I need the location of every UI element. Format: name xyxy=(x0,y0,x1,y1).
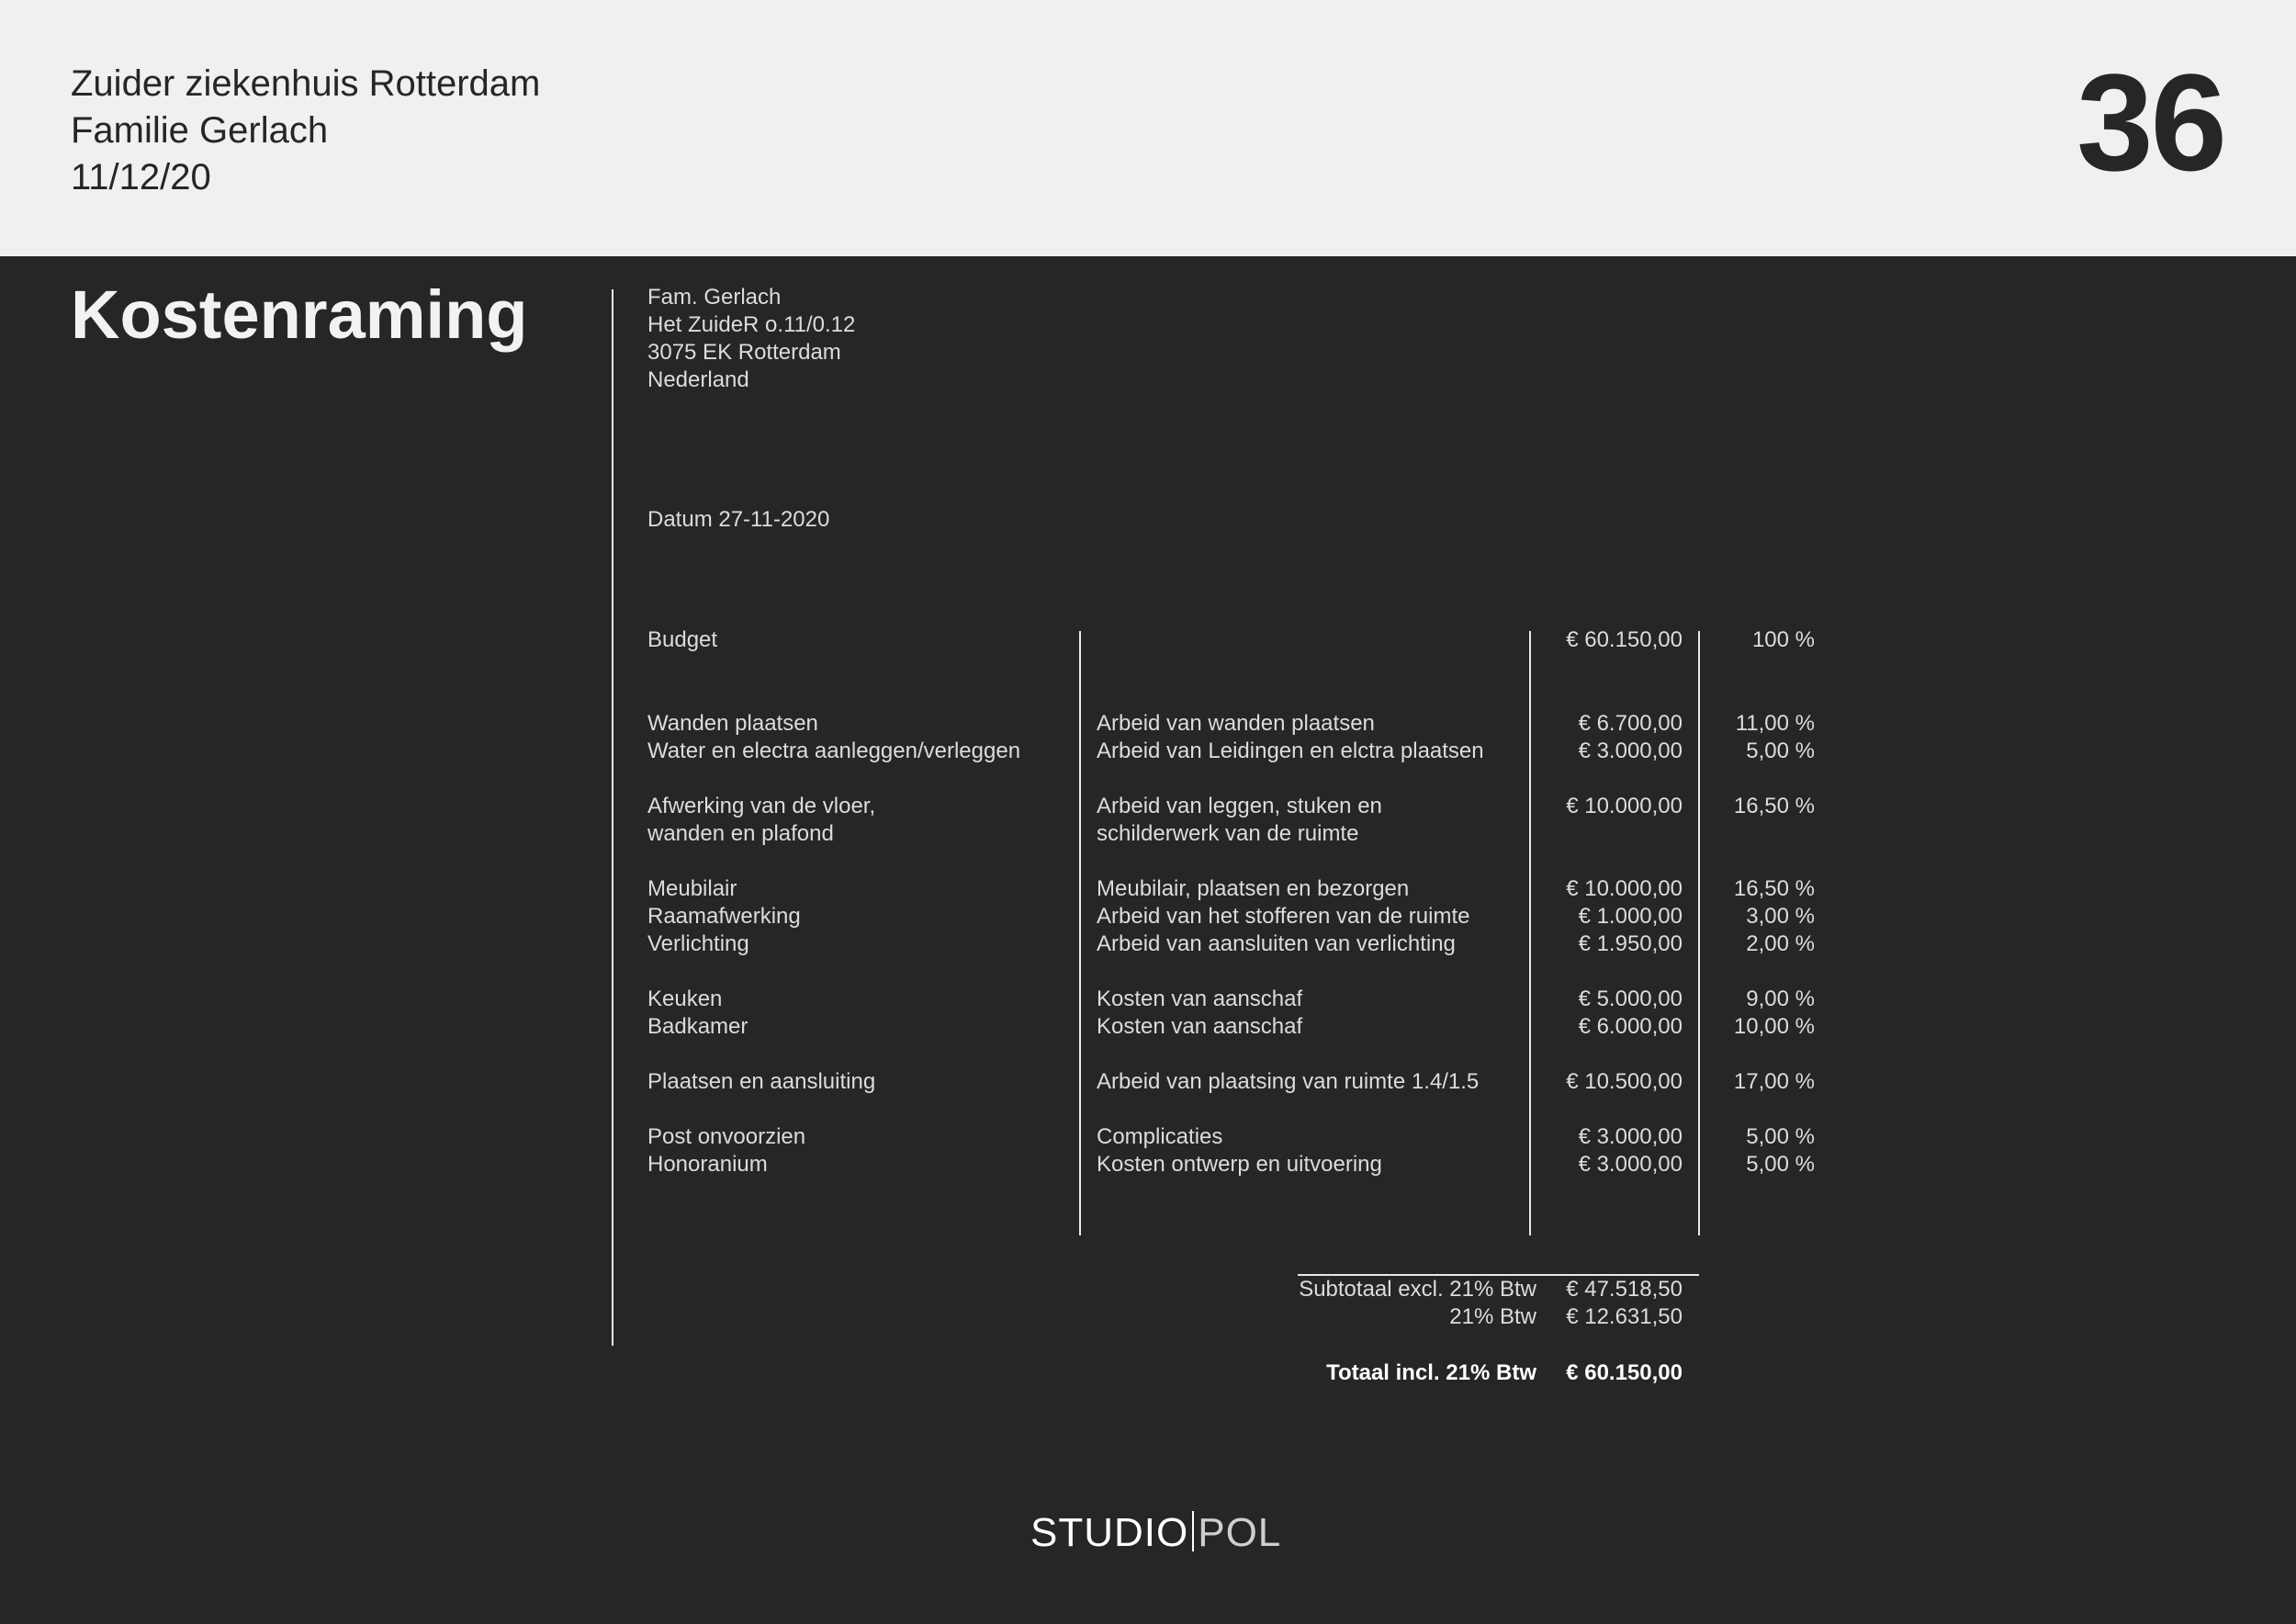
header-band: Zuider ziekenhuis Rotterdam Familie Gerl… xyxy=(0,0,2296,256)
row-description: Meubilair, plaatsen en bezorgen xyxy=(1097,876,1410,901)
row-item: Raamafwerking xyxy=(647,904,801,929)
address-name: Fam. Gerlach xyxy=(647,285,782,310)
row-description-continued: schilderwerk van de ruimte xyxy=(1097,821,1359,846)
logo-studio: STUDIO xyxy=(1030,1510,1189,1555)
row-percent: 10,00 % xyxy=(1733,1014,1815,1039)
budget-amount: € 60.150,00 xyxy=(1566,627,1683,652)
project-location: Zuider ziekenhuis Rotterdam xyxy=(71,63,541,104)
row-description: Arbeid van leggen, stuken en xyxy=(1097,794,1382,818)
estimate-date: Datum 27-11-2020 xyxy=(647,507,830,532)
row-amount: € 1.950,00 xyxy=(1578,931,1683,956)
client-name: Familie Gerlach xyxy=(71,110,329,151)
row-description: Arbeid van het stofferen van de ruimte xyxy=(1097,904,1470,929)
column-divider-amount xyxy=(1529,631,1531,1235)
row-amount: € 10.500,00 xyxy=(1566,1069,1683,1094)
row-item: Post onvoorzien xyxy=(647,1124,806,1149)
total-amount: € 60.150,00 xyxy=(1566,1360,1683,1385)
row-item: Afwerking van de vloer, xyxy=(647,794,876,818)
address-street: Het ZuideR o.11/0.12 xyxy=(647,312,856,337)
row-amount: € 3.000,00 xyxy=(1578,739,1683,763)
vat-amount: € 12.631,50 xyxy=(1566,1304,1683,1329)
logo-pol: POL xyxy=(1198,1510,1282,1555)
address-country: Nederland xyxy=(647,367,749,392)
row-percent: 5,00 % xyxy=(1746,1152,1815,1177)
row-item: Plaatsen en aansluiting xyxy=(647,1069,876,1094)
row-item: Water en electra aanleggen/verleggen xyxy=(647,739,1021,763)
row-description: Complicaties xyxy=(1097,1124,1223,1149)
column-divider-percent xyxy=(1698,631,1700,1235)
page-number: 36 xyxy=(2077,45,2227,199)
row-percent: 16,50 % xyxy=(1733,876,1815,901)
row-amount: € 10.000,00 xyxy=(1566,794,1683,818)
row-item: Meubilair xyxy=(647,876,737,901)
row-percent: 5,00 % xyxy=(1746,739,1815,763)
page-title: Kostenraming xyxy=(71,276,528,353)
row-item-continued: wanden en plafond xyxy=(647,821,834,846)
budget-label: Budget xyxy=(647,627,718,652)
vat-label: 21% Btw xyxy=(1449,1304,1536,1329)
row-amount: € 3.000,00 xyxy=(1578,1124,1683,1149)
row-description: Arbeid van plaatsing van ruimte 1.4/1.5 xyxy=(1097,1069,1480,1094)
row-item: Honoranium xyxy=(647,1152,768,1177)
row-percent: 11,00 % xyxy=(1735,711,1815,736)
row-percent: 2,00 % xyxy=(1746,931,1815,956)
subtotal-amount: € 47.518,50 xyxy=(1566,1277,1683,1302)
row-description: Kosten van aanschaf xyxy=(1097,1014,1303,1039)
row-description: Arbeid van aansluiten van verlichting xyxy=(1097,931,1456,956)
column-divider-description xyxy=(1079,631,1081,1235)
row-percent: 5,00 % xyxy=(1746,1124,1815,1149)
row-description: Arbeid van wanden plaatsen xyxy=(1097,711,1375,736)
row-description: Kosten ontwerp en uitvoering xyxy=(1097,1152,1382,1177)
row-item: Verlichting xyxy=(647,931,749,956)
row-amount: € 6.000,00 xyxy=(1578,1014,1683,1039)
row-description: Arbeid van Leidingen en elctra plaatsen xyxy=(1097,739,1484,763)
row-item: Keuken xyxy=(647,987,723,1011)
total-label: Totaal incl. 21% Btw xyxy=(1326,1360,1536,1385)
subtotal-label: Subtotaal excl. 21% Btw xyxy=(1299,1277,1536,1302)
row-percent: 17,00 % xyxy=(1733,1069,1815,1094)
budget-percent: 100 % xyxy=(1751,627,1815,652)
row-amount: € 1.000,00 xyxy=(1578,904,1683,929)
row-percent: 3,00 % xyxy=(1746,904,1815,929)
row-percent: 16,50 % xyxy=(1733,794,1815,818)
row-item: Badkamer xyxy=(647,1014,748,1039)
studio-pol-logo: STUDIO POL xyxy=(1030,1507,1281,1559)
address-city: 3075 EK Rotterdam xyxy=(647,340,841,365)
logo-separator xyxy=(1192,1511,1195,1551)
row-amount: € 3.000,00 xyxy=(1578,1152,1683,1177)
left-divider xyxy=(612,289,613,1346)
row-amount: € 5.000,00 xyxy=(1578,987,1683,1011)
row-item: Wanden plaatsen xyxy=(647,711,818,736)
header-date: 11/12/20 xyxy=(71,157,211,197)
row-description: Kosten van aanschaf xyxy=(1097,987,1303,1011)
row-percent: 9,00 % xyxy=(1746,987,1815,1011)
row-amount: € 6.700,00 xyxy=(1578,711,1683,736)
row-amount: € 10.000,00 xyxy=(1566,876,1683,901)
